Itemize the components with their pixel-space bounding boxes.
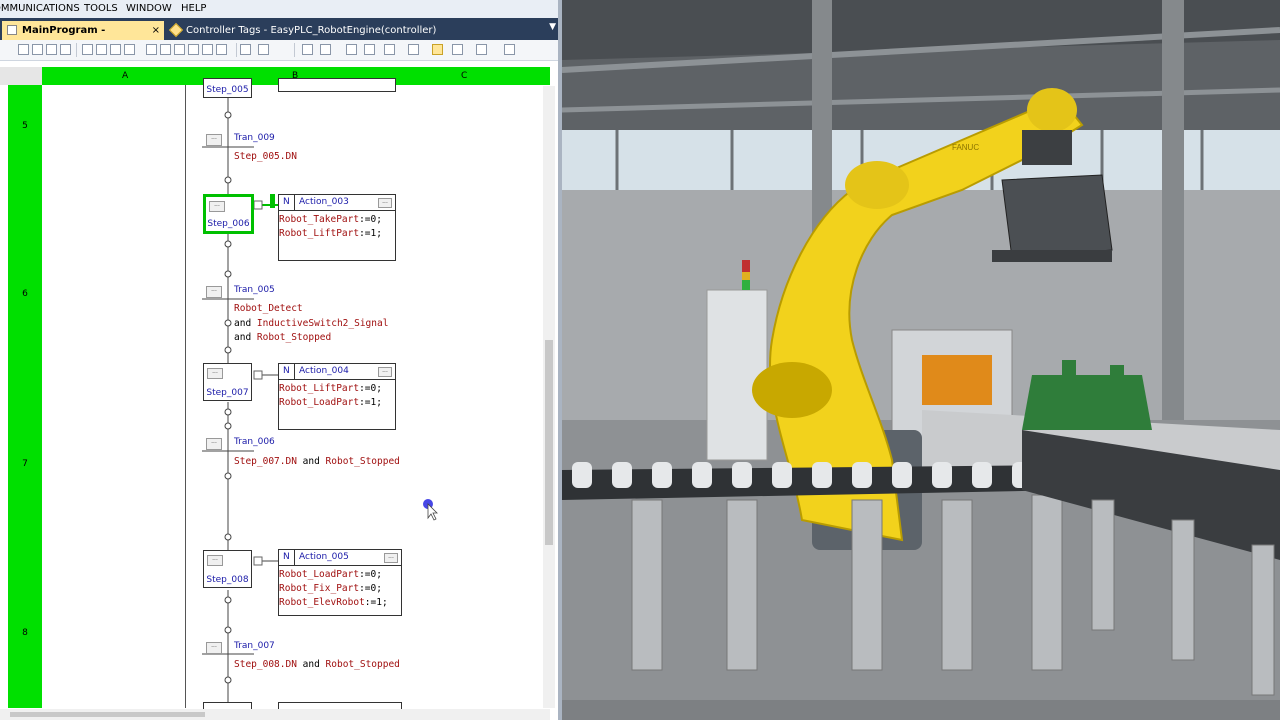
transition-condition[interactable]: Robot_Detect and InductiveSwitch2_Signal…	[234, 303, 388, 347]
robot-joint	[752, 362, 832, 418]
action-box-partial[interactable]	[278, 78, 396, 92]
action-header: N Action_004 ...	[279, 364, 395, 380]
step-box[interactable]: Step_005	[203, 78, 252, 98]
transition-label: Tran_006	[234, 437, 275, 447]
qualifier-divider	[294, 195, 295, 210]
action-body[interactable]: Robot_LoadPart:=0; Robot_Fix_Part:=0; Ro…	[279, 569, 388, 611]
steel-column	[1162, 0, 1184, 420]
robot-flange	[1022, 130, 1072, 165]
step-box[interactable]: ... Step_007	[203, 363, 252, 401]
step-dots-button[interactable]: ...	[209, 201, 225, 212]
signal-tower-amber	[742, 272, 750, 280]
action-dots-button[interactable]: ...	[384, 553, 398, 563]
robot-model-text: FANUC	[952, 143, 979, 152]
transition-condition[interactable]: Step_008.DN and Robot_Stopped	[234, 659, 400, 674]
step-label: Step_007	[206, 388, 249, 398]
action-box[interactable]: N Action_003 ... Robot_TakePart:=0; Robo…	[278, 194, 396, 261]
action-qualifier: N	[283, 552, 290, 562]
green-fixture	[1022, 375, 1152, 430]
step-dots-button[interactable]: ...	[207, 555, 223, 566]
action-qualifier: N	[283, 366, 290, 376]
step-label: Step_008	[206, 575, 249, 585]
sfc-editor-pane: COMMUNICATIONS TOOLS WINDOW HELP MainPro…	[0, 0, 562, 720]
qualifier-divider	[294, 364, 295, 379]
robot-elbow	[845, 161, 909, 209]
action-header: N Action_003 ...	[279, 195, 395, 211]
transition-condition[interactable]: Step_005.DN	[234, 151, 297, 166]
qualifier-divider	[294, 550, 295, 565]
vertical-scrollbar[interactable]	[543, 86, 555, 708]
action-body[interactable]: Robot_TakePart:=0; Robot_LiftPart:=1;	[279, 214, 382, 242]
floor-foreground	[562, 700, 1280, 720]
control-cabinet	[706, 289, 768, 461]
transition-label: Tran_007	[234, 641, 275, 651]
gripped-part	[992, 250, 1112, 262]
transition-label: Tran_005	[234, 285, 275, 295]
horizontal-scroll-thumb[interactable]	[10, 712, 205, 717]
action-box[interactable]: N Action_004 ... Robot_LiftPart:=0; Robo…	[278, 363, 396, 430]
signal-tower-green	[742, 280, 750, 290]
step-label: Step_005	[206, 85, 249, 95]
stored-parts	[922, 355, 992, 405]
step-box[interactable]: ... Step_008	[203, 550, 252, 588]
action-dots-button[interactable]: ...	[378, 367, 392, 377]
gripper-part	[1001, 174, 1113, 259]
robot-wrist	[1027, 88, 1077, 132]
step-dots-button[interactable]: ...	[207, 368, 223, 379]
transition-dots-button[interactable]: ...	[206, 286, 222, 298]
horizontal-scrollbar[interactable]	[0, 709, 550, 720]
vertical-scroll-thumb[interactable]	[545, 340, 553, 545]
action-box[interactable]: N Action_005 ... Robot_LoadPart:=0; Robo…	[278, 549, 402, 616]
action-qualifier: N	[283, 197, 290, 207]
transition-dots-button[interactable]: ...	[206, 438, 222, 450]
action-body[interactable]: Robot_LiftPart:=0; Robot_LoadPart:=1;	[279, 383, 382, 411]
transition-dots-button[interactable]: ...	[206, 134, 222, 146]
transition-condition[interactable]: Step_007.DN and Robot_Stopped	[234, 456, 400, 471]
transition-label: Tran_009	[234, 133, 275, 143]
action-header: N Action_005 ...	[279, 550, 401, 566]
action-name: Action_005	[299, 552, 349, 562]
step-box-active[interactable]: ... Step_006	[203, 194, 254, 234]
step-label: Step_006	[207, 219, 250, 229]
action-name: Action_003	[299, 197, 349, 207]
action-dots-button[interactable]: ...	[378, 198, 392, 208]
transition-dots-button[interactable]: ...	[206, 642, 222, 654]
green-fixture-post	[1110, 365, 1124, 410]
green-fixture-post	[1062, 360, 1076, 410]
action-name: Action_004	[299, 366, 349, 376]
factory-3d-viewport[interactable]: FANUC	[562, 0, 1280, 720]
